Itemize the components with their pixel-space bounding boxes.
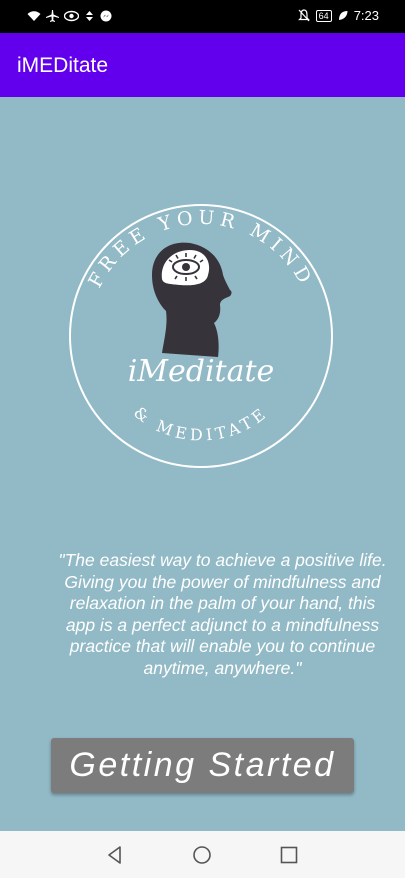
wifi-icon [27,11,41,21]
airplane-icon [46,10,59,22]
app-title: iMEDitate [17,54,109,77]
messenger-icon [100,10,112,22]
status-bar: 64 7:23 [0,0,405,33]
app-bar: iMEDitate [0,33,405,97]
status-right: 64 7:23 [297,8,379,23]
back-icon[interactable] [105,845,125,865]
quote-line: Giving you the power of mindfulness and [64,571,381,592]
battery-level: 64 [315,9,332,22]
quote-line: relaxation in the palm of your hand, thi… [69,593,376,613]
quote-line: practice that will enable you to continu… [69,636,376,656]
logo-arc-bottom: & MEDITATE [130,403,272,445]
status-icons [27,10,112,22]
quote-line: anytime, anywhere." [143,657,302,678]
logo-script: iMeditate [128,354,275,389]
bell-off-icon [297,9,310,22]
head-silhouette-icon [152,242,232,357]
home-icon[interactable] [192,845,212,865]
leaf-icon [338,11,348,20]
navigation-bar [0,831,405,878]
quote-line: app is a perfect adjunct to a mindfulnes… [65,614,380,635]
intro-quote: "The easiest way to achieve a positive l… [40,550,405,679]
imeditate-logo: FREE YOUR MIND iMeditate & MEDITATE [69,204,333,468]
getting-started-button[interactable]: Getting Started [51,738,354,793]
data-icon [86,11,93,21]
eye-icon [64,10,79,22]
recents-icon[interactable] [279,845,299,865]
clock: 7:23 [353,8,379,23]
quote-line: "The easiest way to achieve a positive l… [58,550,387,570]
